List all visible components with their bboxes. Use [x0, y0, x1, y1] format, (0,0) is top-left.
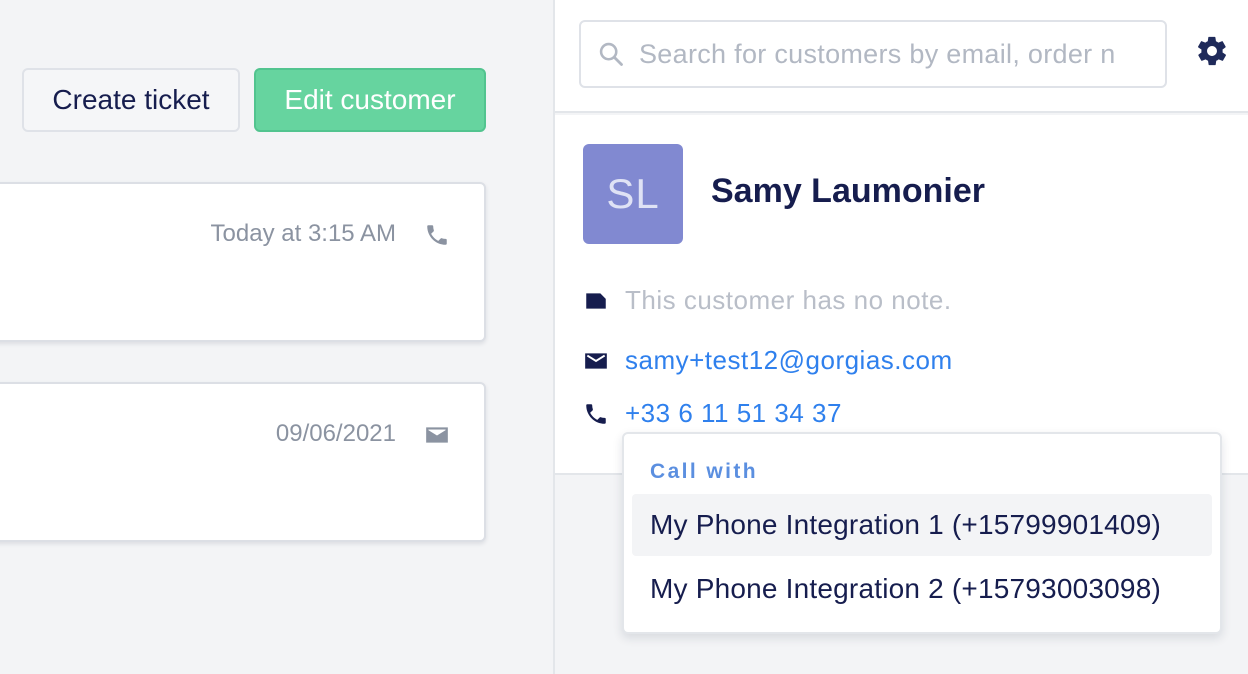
email-icon: [426, 427, 448, 443]
email-icon: [585, 352, 607, 369]
sidebar-header: [555, 0, 1248, 113]
phone-icon: [586, 403, 606, 424]
search-input[interactable]: [639, 38, 1159, 70]
edit-customer-button[interactable]: Edit customer: [254, 68, 486, 132]
call-option-integration-2[interactable]: My Phone Integration 2 (+15793003098): [632, 558, 1212, 620]
avatar: SL: [583, 144, 683, 244]
call-option-integration-1[interactable]: My Phone Integration 1 (+15799901409): [632, 494, 1212, 556]
gear-icon[interactable]: [1195, 34, 1229, 68]
phone-icon: [427, 225, 447, 245]
ticket-card[interactable]: 09/06/2021: [0, 382, 486, 542]
customer-phone-link[interactable]: +33 6 11 51 34 37: [625, 398, 842, 429]
customer-search[interactable]: [579, 20, 1167, 88]
customer-email-link[interactable]: samy+test12@gorgias.com: [625, 345, 953, 376]
ticket-date: 09/06/2021: [275, 420, 396, 447]
call-with-dropdown: Call with My Phone Integration 1 (+15799…: [622, 432, 1222, 634]
note-icon: [586, 292, 606, 309]
ticket-card[interactable]: Today at 3:15 AM: [0, 182, 486, 342]
search-icon: [599, 42, 623, 66]
customer-name: Samy Laumonier: [711, 172, 985, 210]
customer-phone-row: +33 6 11 51 34 37: [583, 398, 842, 429]
dropdown-header: Call with: [650, 460, 758, 483]
customer-info-panel: SL Samy Laumonier This customer has no n…: [555, 115, 1248, 475]
ticket-date: Today at 3:15 AM: [210, 220, 396, 247]
create-ticket-button[interactable]: Create ticket: [22, 68, 240, 132]
customer-note-row[interactable]: This customer has no note.: [583, 285, 952, 316]
customer-email-row: samy+test12@gorgias.com: [583, 345, 953, 376]
customer-note: This customer has no note.: [625, 285, 952, 315]
ticket-list-pane: Create ticket Edit customer Today at 3:1…: [0, 0, 553, 674]
